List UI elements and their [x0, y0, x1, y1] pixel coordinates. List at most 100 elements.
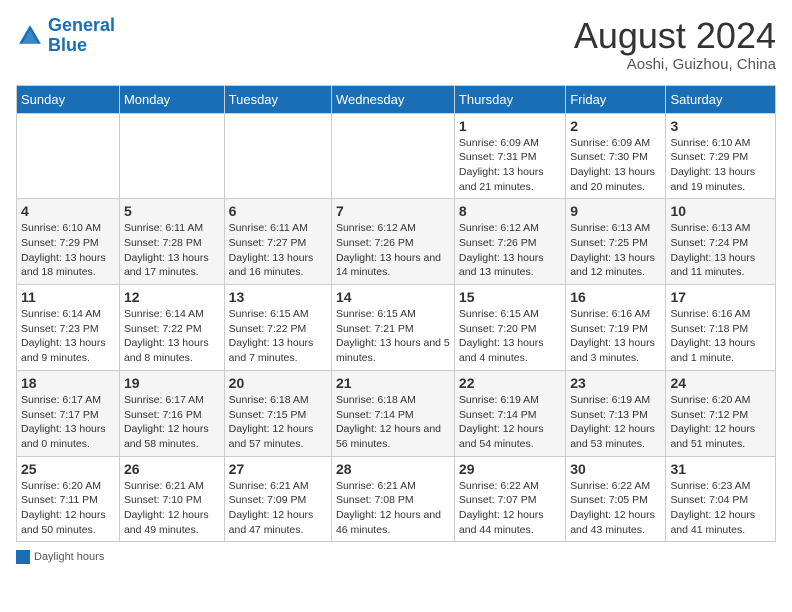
- calendar-cell: 29 Sunrise: 6:22 AM Sunset: 7:07 PM Dayli…: [454, 456, 565, 542]
- day-info: Sunrise: 6:10 AM Sunset: 7:29 PM Dayligh…: [21, 221, 115, 280]
- day-info: Sunrise: 6:20 AM Sunset: 7:12 PM Dayligh…: [670, 393, 771, 452]
- day-number: 9: [570, 203, 661, 219]
- day-info: Sunrise: 6:21 AM Sunset: 7:08 PM Dayligh…: [336, 479, 450, 538]
- weekday-header: Tuesday: [224, 85, 331, 113]
- day-number: 21: [336, 375, 450, 391]
- calendar-week-row: 4 Sunrise: 6:10 AM Sunset: 7:29 PM Daylig…: [17, 199, 776, 285]
- day-number: 31: [670, 461, 771, 477]
- calendar-cell: 4 Sunrise: 6:10 AM Sunset: 7:29 PM Daylig…: [17, 199, 120, 285]
- calendar-cell: 9 Sunrise: 6:13 AM Sunset: 7:25 PM Daylig…: [566, 199, 666, 285]
- calendar-cell: 7 Sunrise: 6:12 AM Sunset: 7:26 PM Daylig…: [331, 199, 454, 285]
- day-info: Sunrise: 6:18 AM Sunset: 7:15 PM Dayligh…: [229, 393, 327, 452]
- calendar-cell: 26 Sunrise: 6:21 AM Sunset: 7:10 PM Dayli…: [119, 456, 224, 542]
- main-title: August 2024: [574, 16, 776, 56]
- calendar-week-row: 25 Sunrise: 6:20 AM Sunset: 7:11 PM Dayli…: [17, 456, 776, 542]
- calendar-cell: 28Sunrise: 6:21 AM Sunset: 7:08 PM Dayli…: [331, 456, 454, 542]
- calendar-cell: 11 Sunrise: 6:14 AM Sunset: 7:23 PM Dayli…: [17, 285, 120, 371]
- day-number: 24: [670, 375, 771, 391]
- day-info: Sunrise: 6:16 AM Sunset: 7:18 PM Dayligh…: [670, 307, 771, 366]
- day-info: Sunrise: 6:09 AM Sunset: 7:31 PM Dayligh…: [459, 136, 561, 195]
- logo: GeneralBlue: [16, 16, 115, 56]
- calendar-cell: [17, 113, 120, 199]
- calendar-cell: [224, 113, 331, 199]
- calendar-cell: 12Sunrise: 6:14 AM Sunset: 7:22 PM Dayli…: [119, 285, 224, 371]
- day-number: 18: [21, 375, 115, 391]
- calendar-cell: 24 Sunrise: 6:20 AM Sunset: 7:12 PM Dayli…: [666, 370, 776, 456]
- calendar-cell: 15 Sunrise: 6:15 AM Sunset: 7:20 PM Dayli…: [454, 285, 565, 371]
- day-info: Sunrise: 6:10 AM Sunset: 7:29 PM Dayligh…: [670, 136, 771, 195]
- day-info: Sunrise: 6:15 AM Sunset: 7:22 PM Dayligh…: [229, 307, 327, 366]
- day-number: 2: [570, 118, 661, 134]
- weekday-header: Wednesday: [331, 85, 454, 113]
- day-number: 25: [21, 461, 115, 477]
- calendar-cell: 17Sunrise: 6:16 AM Sunset: 7:18 PM Dayli…: [666, 285, 776, 371]
- day-info: Sunrise: 6:13 AM Sunset: 7:25 PM Dayligh…: [570, 221, 661, 280]
- day-info: Sunrise: 6:23 AM Sunset: 7:04 PM Dayligh…: [670, 479, 771, 538]
- calendar-cell: 25 Sunrise: 6:20 AM Sunset: 7:11 PM Dayli…: [17, 456, 120, 542]
- day-info: Sunrise: 6:17 AM Sunset: 7:17 PM Dayligh…: [21, 393, 115, 452]
- calendar-cell: 13 Sunrise: 6:15 AM Sunset: 7:22 PM Dayli…: [224, 285, 331, 371]
- day-info: Sunrise: 6:12 AM Sunset: 7:26 PM Dayligh…: [459, 221, 561, 280]
- calendar-cell: 8Sunrise: 6:12 AM Sunset: 7:26 PM Daylig…: [454, 199, 565, 285]
- day-info: Sunrise: 6:14 AM Sunset: 7:23 PM Dayligh…: [21, 307, 115, 366]
- legend-item: Daylight hours: [16, 550, 104, 564]
- day-number: 26: [124, 461, 220, 477]
- calendar-cell: 2Sunrise: 6:09 AM Sunset: 7:30 PM Daylig…: [566, 113, 666, 199]
- day-number: 20: [229, 375, 327, 391]
- logo-icon: [16, 22, 44, 50]
- day-info: Sunrise: 6:12 AM Sunset: 7:26 PM Dayligh…: [336, 221, 450, 280]
- calendar-cell: 20 Sunrise: 6:18 AM Sunset: 7:15 PM Dayli…: [224, 370, 331, 456]
- calendar-header-row: SundayMondayTuesdayWednesdayThursdayFrid…: [17, 85, 776, 113]
- calendar-cell: 3 Sunrise: 6:10 AM Sunset: 7:29 PM Daylig…: [666, 113, 776, 199]
- day-info: Sunrise: 6:22 AM Sunset: 7:07 PM Dayligh…: [459, 479, 561, 538]
- day-number: 15: [459, 289, 561, 305]
- day-number: 11: [21, 289, 115, 305]
- calendar-cell: 14 Sunrise: 6:15 AM Sunset: 7:21 PM Dayli…: [331, 285, 454, 371]
- page-header: GeneralBlue August 2024 Aoshi, Guizhou, …: [16, 16, 776, 73]
- calendar-cell: 10Sunrise: 6:13 AM Sunset: 7:24 PM Dayli…: [666, 199, 776, 285]
- calendar-cell: 30 Sunrise: 6:22 AM Sunset: 7:05 PM Dayli…: [566, 456, 666, 542]
- day-info: Sunrise: 6:21 AM Sunset: 7:10 PM Dayligh…: [124, 479, 220, 538]
- legend-color-box: [16, 550, 30, 564]
- day-number: 4: [21, 203, 115, 219]
- calendar-week-row: 11 Sunrise: 6:14 AM Sunset: 7:23 PM Dayli…: [17, 285, 776, 371]
- weekday-header: Thursday: [454, 85, 565, 113]
- day-info: Sunrise: 6:11 AM Sunset: 7:27 PM Dayligh…: [229, 221, 327, 280]
- calendar-week-row: 1Sunrise: 6:09 AM Sunset: 7:31 PM Daylig…: [17, 113, 776, 199]
- calendar-cell: [119, 113, 224, 199]
- day-number: 5: [124, 203, 220, 219]
- day-number: 30: [570, 461, 661, 477]
- day-number: 23: [570, 375, 661, 391]
- calendar-cell: 5 Sunrise: 6:11 AM Sunset: 7:28 PM Daylig…: [119, 199, 224, 285]
- day-info: Sunrise: 6:22 AM Sunset: 7:05 PM Dayligh…: [570, 479, 661, 538]
- day-info: Sunrise: 6:18 AM Sunset: 7:14 PM Dayligh…: [336, 393, 450, 452]
- day-number: 10: [670, 203, 771, 219]
- day-number: 22: [459, 375, 561, 391]
- day-info: Sunrise: 6:17 AM Sunset: 7:16 PM Dayligh…: [124, 393, 220, 452]
- logo-text: GeneralBlue: [48, 16, 115, 56]
- day-info: Sunrise: 6:15 AM Sunset: 7:21 PM Dayligh…: [336, 307, 450, 366]
- calendar-cell: [331, 113, 454, 199]
- day-number: 14: [336, 289, 450, 305]
- day-number: 12: [124, 289, 220, 305]
- calendar-cell: 22 Sunrise: 6:19 AM Sunset: 7:14 PM Dayli…: [454, 370, 565, 456]
- calendar-cell: 23 Sunrise: 6:19 AM Sunset: 7:13 PM Dayli…: [566, 370, 666, 456]
- day-info: Sunrise: 6:19 AM Sunset: 7:14 PM Dayligh…: [459, 393, 561, 452]
- day-info: Sunrise: 6:20 AM Sunset: 7:11 PM Dayligh…: [21, 479, 115, 538]
- day-info: Sunrise: 6:21 AM Sunset: 7:09 PM Dayligh…: [229, 479, 327, 538]
- day-info: Sunrise: 6:11 AM Sunset: 7:28 PM Dayligh…: [124, 221, 220, 280]
- day-number: 13: [229, 289, 327, 305]
- day-number: 7: [336, 203, 450, 219]
- calendar-cell: 1Sunrise: 6:09 AM Sunset: 7:31 PM Daylig…: [454, 113, 565, 199]
- day-number: 29: [459, 461, 561, 477]
- day-number: 16: [570, 289, 661, 305]
- day-number: 3: [670, 118, 771, 134]
- weekday-header: Friday: [566, 85, 666, 113]
- calendar-table: SundayMondayTuesdayWednesdayThursdayFrid…: [16, 85, 776, 543]
- legend-label: Daylight hours: [34, 551, 104, 563]
- weekday-header: Monday: [119, 85, 224, 113]
- title-block: August 2024 Aoshi, Guizhou, China: [574, 16, 776, 73]
- calendar-cell: 16Sunrise: 6:16 AM Sunset: 7:19 PM Dayli…: [566, 285, 666, 371]
- day-info: Sunrise: 6:15 AM Sunset: 7:20 PM Dayligh…: [459, 307, 561, 366]
- day-info: Sunrise: 6:19 AM Sunset: 7:13 PM Dayligh…: [570, 393, 661, 452]
